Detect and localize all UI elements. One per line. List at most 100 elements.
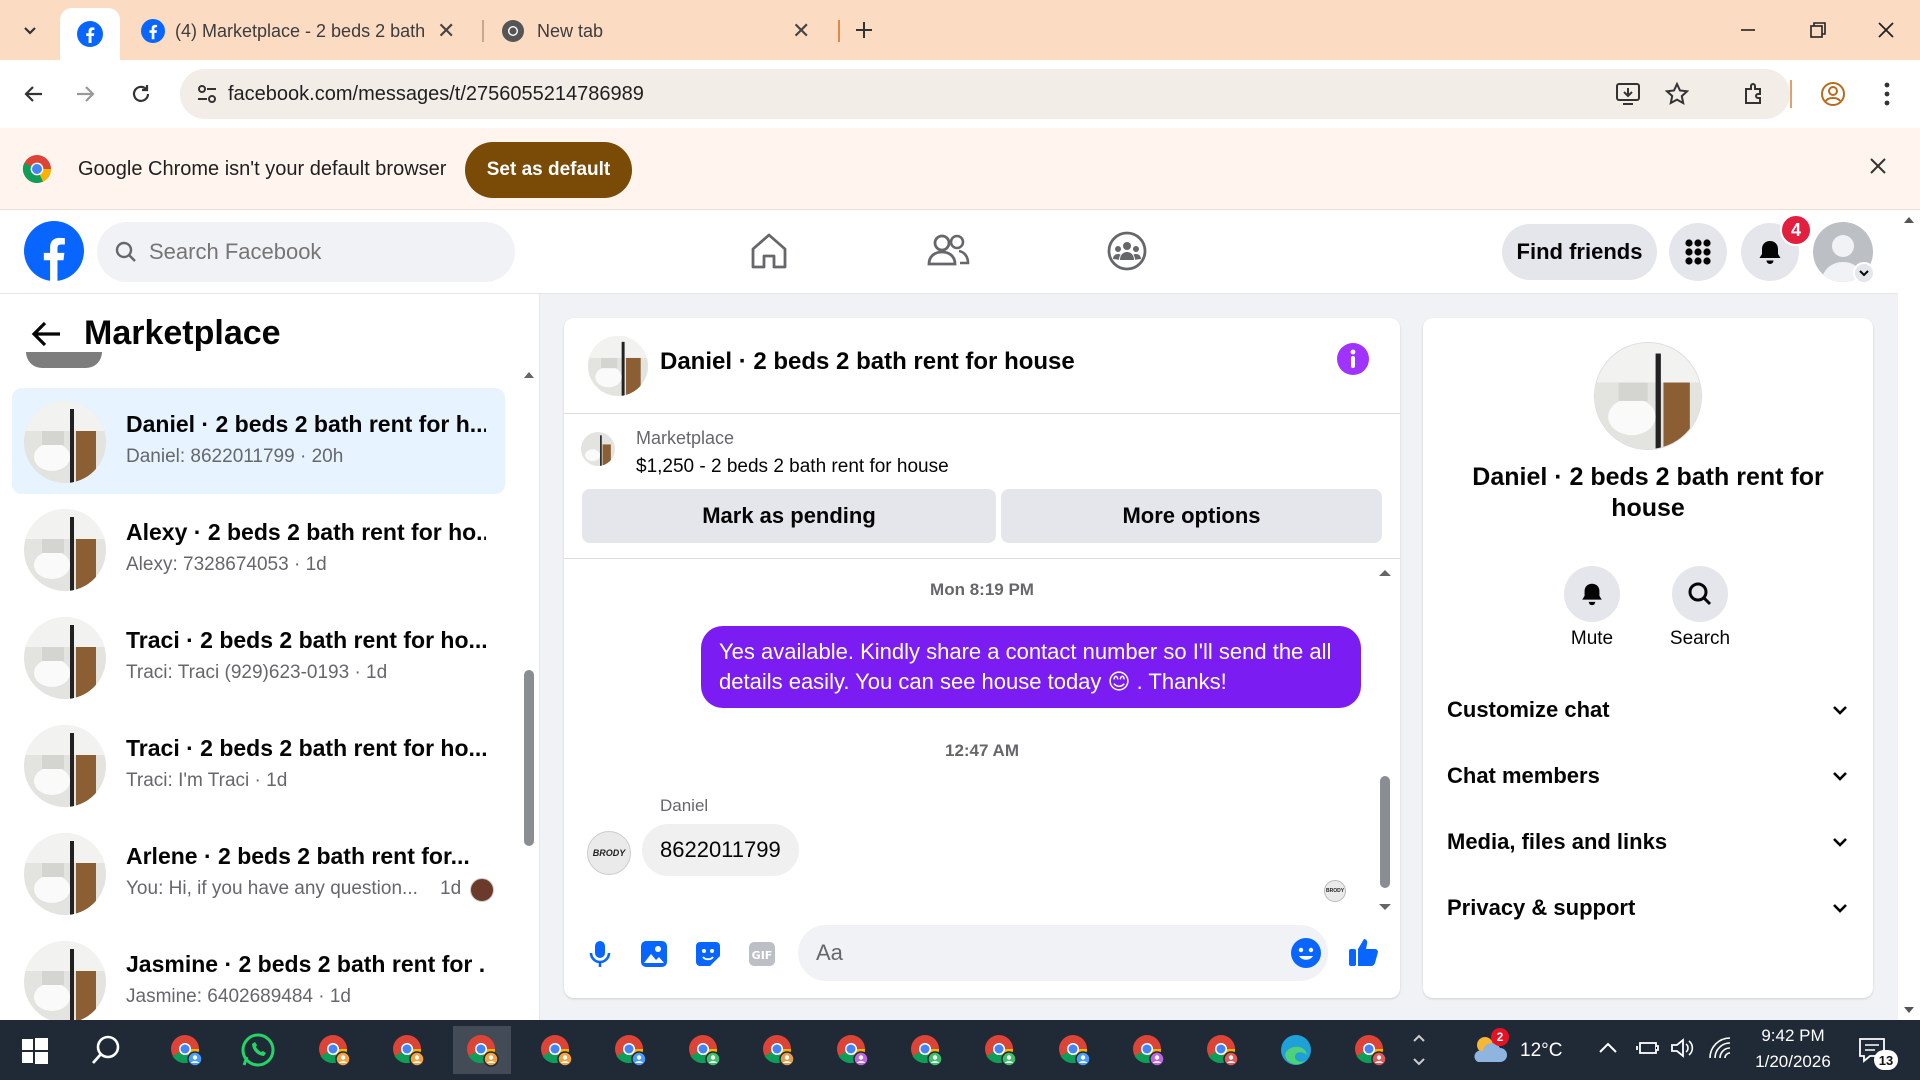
clock-date[interactable]: 1/20/2026: [1744, 1052, 1842, 1072]
photo-icon[interactable]: [638, 938, 670, 970]
emoji-icon[interactable]: [1290, 937, 1322, 969]
sender-avatar[interactable]: BRODY: [587, 831, 631, 875]
more-options-button[interactable]: More options: [1001, 489, 1382, 543]
listing-title[interactable]: $1,250 - 2 beds 2 bath rent for house: [636, 456, 949, 478]
received-message-bubble[interactable]: 8622011799: [642, 824, 799, 876]
edge-browser-icon[interactable]: [1267, 1026, 1325, 1074]
home-nav-icon[interactable]: [748, 230, 790, 272]
forward-arrow-icon[interactable]: [66, 74, 106, 114]
facebook-search[interactable]: [97, 222, 515, 282]
chrome-profile-icon[interactable]: [971, 1026, 1029, 1074]
facebook-logo-icon[interactable]: [24, 221, 84, 281]
message-composer[interactable]: Aa: [798, 925, 1328, 981]
new-tab-plus-icon[interactable]: [844, 10, 884, 50]
install-app-icon[interactable]: [1608, 74, 1648, 114]
bookmark-star-icon[interactable]: [1657, 74, 1697, 114]
media-files-links-section[interactable]: Media, files and links: [1447, 822, 1847, 862]
divider: [564, 413, 1400, 414]
chrome-profile-icon[interactable]: [897, 1026, 955, 1074]
chrome-profile-icon[interactable]: [1119, 1026, 1177, 1074]
close-tab-icon[interactable]: ✕: [792, 18, 810, 44]
page-scrollbar[interactable]: [1898, 210, 1920, 1020]
close-tab-icon[interactable]: ✕: [437, 18, 455, 44]
mark-as-pending-button[interactable]: Mark as pending: [582, 489, 996, 543]
account-chevron-icon[interactable]: [1853, 262, 1875, 284]
sent-message-bubble[interactable]: Yes available. Kindly share a contact nu…: [701, 626, 1361, 708]
close-infobar-icon[interactable]: [1868, 156, 1888, 176]
chrome-profile-icon[interactable]: [305, 1026, 363, 1074]
profile-icon[interactable]: [1813, 74, 1853, 114]
chrome-profile-icon[interactable]: [823, 1026, 881, 1074]
site-settings-icon[interactable]: [196, 83, 218, 105]
friends-nav-icon[interactable]: [926, 230, 970, 272]
search-icon[interactable]: [90, 1034, 122, 1066]
section-label: Customize chat: [1447, 697, 1610, 722]
sticker-icon[interactable]: [692, 938, 724, 970]
battery-icon[interactable]: [1636, 1038, 1660, 1058]
clock-time[interactable]: 9:42 PM: [1748, 1026, 1838, 1046]
message-line: Yes available. Kindly share a contact nu…: [719, 639, 1332, 664]
tab-pinned-facebook[interactable]: [60, 8, 120, 60]
avatar: [24, 509, 106, 591]
browser-toolbar: facebook.com/messages/t/2756055214786989: [0, 60, 1920, 128]
chrome-profile-icon[interactable]: [453, 1026, 511, 1074]
hidden-icons-chevron-icon[interactable]: [1598, 1040, 1618, 1054]
chrome-profile-icon[interactable]: [379, 1026, 437, 1074]
chrome-profile-icon[interactable]: [1045, 1026, 1103, 1074]
address-bar[interactable]: facebook.com/messages/t/2756055214786989: [180, 69, 1790, 119]
set-as-default-button[interactable]: Set as default: [465, 142, 632, 198]
conversation-item[interactable]: Traci · 2 beds 2 bath rent for ho... Trac…: [12, 712, 505, 818]
volume-icon[interactable]: [1670, 1037, 1696, 1059]
url-text[interactable]: facebook.com/messages/t/2756055214786989: [228, 83, 644, 106]
avatar[interactable]: [588, 336, 648, 396]
avatar[interactable]: [1594, 342, 1702, 450]
search-conversation-button[interactable]: [1672, 566, 1728, 622]
conversation-preview: Traci: I'm Traci · 1d: [126, 770, 288, 791]
chrome-profile-icon[interactable]: [675, 1026, 733, 1074]
chrome-profile-icon[interactable]: [601, 1026, 659, 1074]
conversation-item[interactable]: Arlene · 2 beds 2 bath rent for... You: H…: [12, 820, 505, 926]
close-window-icon[interactable]: [1861, 8, 1911, 52]
wifi-icon[interactable]: [1707, 1036, 1733, 1060]
minimize-icon[interactable]: [1723, 8, 1773, 52]
tab-search-icon[interactable]: [10, 10, 50, 50]
gif-icon[interactable]: GIF: [746, 938, 778, 970]
listing-thumbnail[interactable]: [581, 432, 615, 466]
microphone-icon[interactable]: [584, 938, 616, 970]
menu-grid-icon[interactable]: [1669, 223, 1727, 281]
message-timestamp: 12:47 AM: [944, 741, 1019, 760]
privacy-support-section[interactable]: Privacy & support: [1447, 888, 1847, 928]
list-scrollbar[interactable]: [522, 368, 536, 1018]
chat-scrollbar[interactable]: [1377, 564, 1393, 924]
info-icon[interactable]: [1336, 342, 1370, 376]
reload-icon[interactable]: [121, 74, 161, 114]
back-arrow-icon[interactable]: [30, 320, 62, 348]
chat-members-section[interactable]: Chat members: [1447, 756, 1847, 796]
conversation-item[interactable]: Jasmine · 2 beds 2 bath rent for ... Jasm…: [12, 928, 505, 1020]
chrome-profile-icon[interactable]: [749, 1026, 807, 1074]
chrome-profile-icon[interactable]: [157, 1026, 215, 1074]
taskbar-overflow-chevrons[interactable]: [1412, 1032, 1426, 1068]
whatsapp-icon[interactable]: [229, 1026, 287, 1074]
thumbs-up-icon[interactable]: [1347, 935, 1381, 969]
chrome-profile-icon[interactable]: [1341, 1026, 1399, 1074]
customize-chat-section[interactable]: Customize chat: [1447, 690, 1847, 730]
groups-nav-icon[interactable]: [1106, 230, 1148, 272]
tab-marketplace[interactable]: (4) Marketplace - 2 beds 2 bath ✕: [135, 10, 470, 52]
conversation-item[interactable]: Alexy · 2 beds 2 bath rent for ho... Alex…: [12, 496, 505, 602]
extensions-icon[interactable]: [1734, 74, 1774, 114]
search-input[interactable]: [149, 239, 469, 265]
conversation-item[interactable]: Traci · 2 beds 2 bath rent for ho... Trac…: [12, 604, 505, 710]
windows-start-icon[interactable]: [22, 1038, 48, 1064]
chrome-profile-icon[interactable]: [1193, 1026, 1251, 1074]
tab-new-tab[interactable]: New tab ✕: [495, 10, 830, 52]
menu-kebab-icon[interactable]: [1867, 74, 1907, 114]
avatar-logo-text: BRODY: [592, 848, 626, 858]
chrome-profile-icon[interactable]: [527, 1026, 585, 1074]
restore-icon[interactable]: [1793, 8, 1843, 52]
chat-title[interactable]: Daniel · 2 beds 2 bath rent for house: [660, 348, 1075, 376]
mute-button[interactable]: [1564, 566, 1620, 622]
find-friends-button[interactable]: Find friends: [1502, 224, 1657, 280]
back-arrow-icon[interactable]: [13, 74, 53, 114]
conversation-item[interactable]: Daniel · 2 beds 2 bath rent for h... Dani…: [12, 388, 505, 494]
